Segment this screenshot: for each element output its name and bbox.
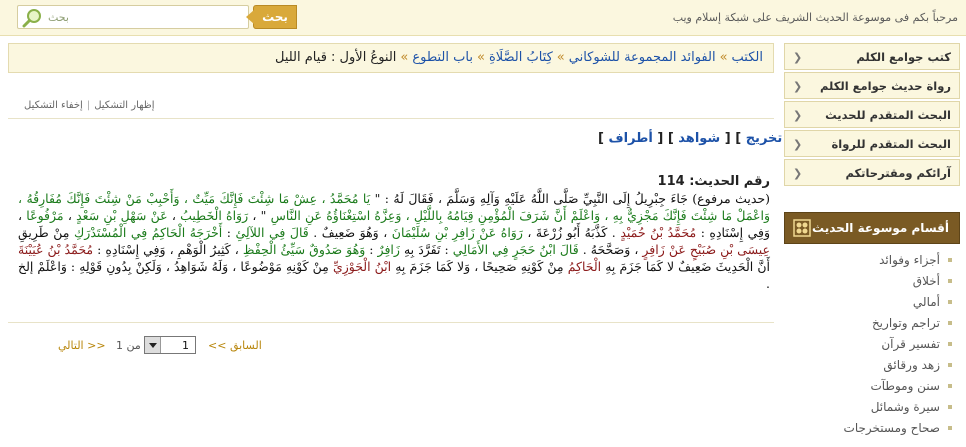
- narrator-name[interactable]: مُحَمَّدُ بْنُ عُيَيْنَةَ: [18, 242, 93, 257]
- previous-page-link[interactable]: << السابق: [208, 339, 262, 352]
- shawahid-link[interactable]: شواهد: [678, 131, 720, 146]
- divider: [8, 118, 774, 119]
- section-item[interactable]: تراجم وتواريخ: [784, 313, 960, 334]
- breadcrumb-current: النوعُ الأول : قيام الليل: [274, 50, 397, 65]
- takhreej-link[interactable]: تخريج: [746, 131, 783, 146]
- hadith-text-segment: :: [222, 225, 236, 240]
- search-box: بحث بحث: [17, 5, 297, 29]
- hadith-text-segment: أَنَّ الْحَدِيثَ ضَعِيفٌ لا كَمَا جَزَمَ…: [601, 259, 770, 274]
- sidebar-item-hadith-search[interactable]: البحث المتقدم للحديث ❮: [784, 101, 960, 128]
- sidebar-item-label: رواة حديث جوامع الكلم: [819, 79, 951, 93]
- narrator-name[interactable]: مُحَمَّدُ بْنُ حُمَيْدٍ: [620, 225, 696, 240]
- chevron-left-icon: ❮: [793, 51, 803, 64]
- section-item[interactable]: سنن وموطآت: [784, 376, 960, 397]
- chevron-left-icon: ❮: [793, 167, 803, 180]
- breadcrumb-chapter[interactable]: كِتَابُ الصَّلَاةِ: [489, 50, 553, 65]
- breadcrumb-section[interactable]: باب التطوع: [412, 50, 473, 65]
- hadith-text-segment: ، وَهُوَ ضَعِيفٌ .: [308, 225, 392, 240]
- hadith-number: رقم الحديث: 114: [658, 174, 770, 189]
- sidebar-item-narrator-search[interactable]: البحث المتقدم للرواة ❮: [784, 130, 960, 157]
- hadith-matn-segment[interactable]: رَوَاهُ الْخَطِيبُ: [180, 208, 248, 223]
- hadith-matn-segment[interactable]: مَرْفُوعًا: [26, 208, 63, 223]
- narrator-name[interactable]: الْحَاكِمُ: [568, 259, 601, 274]
- breadcrumb: الكتب»الفوائد المجموعة للشوكاني»كِتَابُ …: [8, 43, 774, 73]
- breadcrumb-book[interactable]: الفوائد المجموعة للشوكاني: [569, 50, 716, 65]
- hadith-number-value: 114: [657, 174, 685, 189]
- top-bar: مرحباً بكم فى موسوعة الحديث الشريف على ش…: [0, 0, 966, 36]
- sidebar-item-books[interactable]: كتب جوامع الكلم ❮: [784, 43, 960, 70]
- hadith-text-segment: :: [365, 242, 378, 257]
- sidebar-item-narrators[interactable]: رواة حديث جوامع الكلم ❮: [784, 72, 960, 99]
- hadith-matn-segment[interactable]: وَهُوَ صَدُوقٌ سَيِّئُ الْحِفْظِ: [243, 242, 365, 257]
- hadith-text-segment: ، كَثِيرُ الْوَهْمِ ، وَفِي إِسْنَادِهِ …: [93, 242, 243, 257]
- page-total-count: 1: [116, 339, 123, 352]
- page-of-label: من: [126, 339, 141, 352]
- page-select-value: 1: [182, 339, 189, 352]
- magnifier-icon: [22, 9, 41, 28]
- breadcrumb-separator: »: [719, 50, 728, 65]
- hadith-text-segment: ، وَصَحَّحَهُ .: [578, 242, 643, 257]
- hadith-text-segment: مِنْ طَرِيقِ: [18, 225, 74, 240]
- breadcrumb-separator: »: [400, 50, 409, 65]
- hadith-text-segment: ،: [63, 208, 77, 223]
- sections-title: أقسام موسوعة الحديث: [812, 221, 949, 235]
- ornament-icon: [793, 219, 811, 237]
- divider: [8, 322, 774, 323]
- section-item[interactable]: أمالي: [784, 292, 960, 313]
- sidebar-item-label: البحث المتقدم للرواة: [831, 137, 951, 151]
- hadith-text-segment: " ،: [248, 208, 271, 223]
- hadith-number-label: رقم الحديث:: [689, 174, 770, 189]
- hadith-references: [ تخريج ] [ شواهد ] [ أطراف ]: [598, 131, 793, 146]
- chevron-left-icon: ❮: [793, 80, 803, 93]
- sections-list: أجزاء وفوائد أخلاق أمالي تراجم وتواريخ ت…: [784, 250, 960, 439]
- breadcrumb-books[interactable]: الكتب: [732, 50, 763, 65]
- section-item[interactable]: زهد ورقائق: [784, 355, 960, 376]
- section-item[interactable]: صحاح ومستخرجات: [784, 418, 960, 439]
- breadcrumb-separator: »: [476, 50, 485, 65]
- sections-header: أقسام موسوعة الحديث: [784, 212, 960, 244]
- sidebar-item-feedback[interactable]: آرائكم ومقترحاتكم ❮: [784, 159, 960, 186]
- hadith-matn-segment[interactable]: عَنْ سَهْلِ بْنِ سَعْدٍ: [76, 208, 167, 223]
- narrator-name[interactable]: ابْنُ الْجَوْزِيِّ: [333, 259, 391, 274]
- section-item[interactable]: سيرة وشمائل: [784, 397, 960, 418]
- section-item[interactable]: أخلاق: [784, 271, 960, 292]
- page-total: 1 من: [116, 339, 141, 352]
- sidebar-menu: كتب جوامع الكلم ❮ رواة حديث جوامع الكلم ❮ …: [784, 43, 960, 188]
- search-input[interactable]: بحث: [17, 5, 249, 29]
- welcome-text: مرحباً بكم فى موسوعة الحديث الشريف على ش…: [672, 11, 958, 24]
- chevron-left-icon: ❮: [793, 138, 803, 151]
- hadith-text-segment: مِنْ كَوْنِهِ صَحِيحًا ، وَلا كَمَا جَزَ…: [391, 259, 568, 274]
- sidebar-item-label: كتب جوامع الكلم: [856, 50, 951, 64]
- next-page-link[interactable]: التالي >>: [58, 339, 106, 352]
- hadith-matn-segment[interactable]: زَافِرٌ: [378, 242, 400, 257]
- sidebar-item-label: البحث المتقدم للحديث: [825, 108, 951, 122]
- chevron-down-icon[interactable]: [145, 337, 161, 353]
- hadith-matn-segment[interactable]: قَالَ فِي اللآلِئِ: [235, 225, 308, 240]
- toggle-separator: |: [86, 100, 91, 111]
- breadcrumb-separator: »: [556, 50, 565, 65]
- chevron-left-icon: ❮: [793, 109, 803, 122]
- hadith-text-segment: ،: [167, 208, 181, 223]
- search-button[interactable]: بحث: [246, 5, 297, 29]
- tashkeel-toggles: إظهار التشكيل|إخفاء التشكيل: [24, 100, 154, 111]
- page-select[interactable]: 1: [144, 336, 196, 354]
- hadith-text: (حديث مرفوع) جَاءَ جِبْرِيلُ إِلَى النَّ…: [18, 190, 770, 308]
- atraf-link[interactable]: أطراف: [608, 131, 652, 146]
- show-tashkeel-link[interactable]: إظهار التشكيل: [94, 100, 154, 111]
- hadith-matn-segment[interactable]: رَوَاهُ عَنْ زَافِرِ بْنِ سُلَيْمَانَ: [392, 225, 523, 240]
- hadith-text-segment: : تَفَرَّدَ بِهِ: [399, 242, 453, 257]
- hadith-text-segment: . كَذَّبَهُ أَبُو زُرْعَةَ ،: [522, 225, 621, 240]
- hadith-matn-segment[interactable]: قَالَ ابْنُ حَجَرٍ فِي الأَمَالِي: [453, 242, 579, 257]
- search-placeholder: بحث: [48, 11, 69, 24]
- narrator-name[interactable]: عِيسَى بْنِ صُبَيْحٍ عَنْ زَافِرٍ: [642, 242, 770, 257]
- hadith-text-segment: (حديث مرفوع): [687, 191, 770, 206]
- hide-tashkeel-link[interactable]: إخفاء التشكيل: [24, 100, 83, 111]
- sidebar-item-label: آرائكم ومقترحاتكم: [845, 166, 951, 180]
- hadith-text-segment: جَاءَ جِبْرِيلُ إِلَى النَّبِيِّ صَلَّى …: [370, 191, 688, 206]
- section-item[interactable]: تفسير قرآن: [784, 334, 960, 355]
- section-item[interactable]: أجزاء وفوائد: [784, 250, 960, 271]
- hadith-matn-segment[interactable]: أَخْرَجَهُ الْحَاكِمُ فِي الْمُسْتَدْرَك…: [74, 225, 222, 240]
